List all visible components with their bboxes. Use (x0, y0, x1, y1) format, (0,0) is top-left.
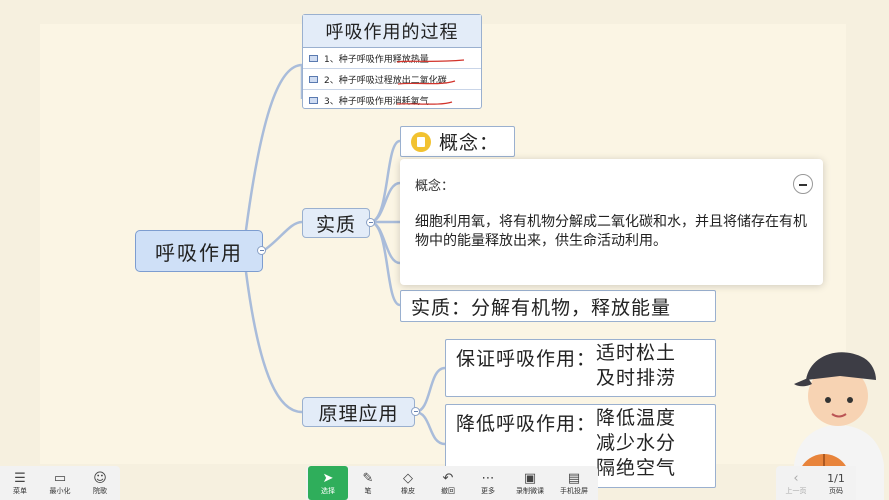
select-button[interactable]: ➤ 选择 (308, 466, 348, 500)
page-label: 页码 (829, 486, 843, 495)
collapse-toggle[interactable] (366, 218, 375, 227)
prev-page-button[interactable]: ‹ 上一页 (776, 466, 816, 500)
pen-button[interactable]: ✎ 笔 (348, 466, 388, 500)
menu-icon: ☰ (14, 470, 26, 486)
pen-label: 笔 (364, 486, 372, 495)
minimize-icon: ▭ (53, 470, 67, 486)
application-node[interactable]: 原理应用 (302, 397, 415, 427)
page-indicator[interactable]: 1/1 页码 (816, 466, 856, 500)
menu-button[interactable]: ☰ 菜单 (0, 466, 40, 500)
record-button[interactable]: ▣ 录制微课 (508, 466, 552, 500)
minimize-button[interactable]: ▭ 最小化 (40, 466, 80, 500)
eraser-icon: ◇ (403, 470, 413, 486)
concept-label: 概念： (439, 132, 500, 154)
avatar-icon: ☺ (93, 470, 107, 486)
note-icon[interactable] (411, 131, 431, 152)
more-icon: ⋯ (481, 470, 495, 486)
ensure-respiration-node[interactable]: 保证呼吸作用： 适时松土 及时排涝 (445, 339, 716, 397)
root-node[interactable]: 呼吸作用 (135, 230, 263, 272)
undo-icon: ↶ (442, 470, 454, 486)
left-toolbar: ☰ 菜单 ▭ 最小化 ☺ 院歌 (0, 466, 120, 500)
ensure-title: 保证呼吸作用： (456, 348, 597, 370)
cast-icon: ▤ (567, 470, 581, 486)
reduce-line: 减少水分 (596, 432, 677, 454)
record-label: 录制微课 (516, 486, 544, 495)
minimize-label: 最小化 (49, 486, 71, 495)
undo-button[interactable]: ↶ 撤回 (428, 466, 468, 500)
application-label: 原理应用 (318, 402, 399, 425)
record-icon: ▣ (523, 470, 537, 486)
concept-node[interactable]: 概念： (400, 126, 515, 157)
root-label: 呼吸作用 (155, 240, 243, 265)
reduce-line: 降低温度 (596, 407, 677, 429)
collapse-toggle[interactable] (257, 246, 266, 255)
chevron-left-icon: ‹ (793, 470, 799, 486)
reduce-title: 降低呼吸作用： (456, 413, 597, 435)
avatar-label: 院歌 (93, 486, 107, 495)
eraser-button[interactable]: ◇ 橡皮 (388, 466, 428, 500)
popup-body: 细胞利用氧，将有机物分解成二氧化碳和水，并且将储存在有机物中的能量释放出来，供生… (415, 214, 807, 249)
essence-label: 实质 (315, 213, 356, 236)
page-number: 1/1 (827, 471, 845, 485)
select-label: 选择 (321, 486, 335, 495)
pen-icon: ✎ (362, 470, 374, 486)
reduce-line: 隔绝空气 (596, 457, 677, 479)
essence-summary-node[interactable]: 实质：分解有机物，释放能量 (400, 290, 716, 322)
more-button[interactable]: ⋯ 更多 (468, 466, 508, 500)
essence-node[interactable]: 实质 (302, 208, 370, 238)
center-toolbar: ➤ 选择 ✎ 笔 ◇ 橡皮 ↶ 撤回 ⋯ 更多 ▣ 录制微课 ▤ 手机投屏 (306, 466, 598, 500)
pager: ‹ 上一页 1/1 页码 (776, 466, 856, 500)
eraser-label: 橡皮 (401, 486, 415, 495)
collapse-icon[interactable] (793, 174, 813, 194)
undo-label: 撤回 (441, 486, 455, 495)
ensure-line: 适时松土 (596, 342, 677, 364)
ensure-line: 及时排涝 (596, 367, 677, 389)
menu-label: 菜单 (13, 486, 27, 495)
note-popup[interactable]: 概念： 细胞利用氧，将有机物分解成二氧化碳和水，并且将储存在有机物中的能量释放出… (400, 159, 823, 285)
avatar-button[interactable]: ☺ 院歌 (80, 466, 120, 500)
popup-title: 概念： (415, 179, 455, 194)
collapse-toggle[interactable] (411, 407, 420, 416)
more-label: 更多 (481, 486, 495, 495)
cast-label: 手机投屏 (560, 486, 588, 495)
cursor-icon: ➤ (322, 470, 334, 486)
prev-page-label: 上一页 (785, 486, 807, 495)
essence-summary-label: 实质：分解有机物，释放能量 (411, 296, 672, 319)
cast-button[interactable]: ▤ 手机投屏 (552, 466, 596, 500)
